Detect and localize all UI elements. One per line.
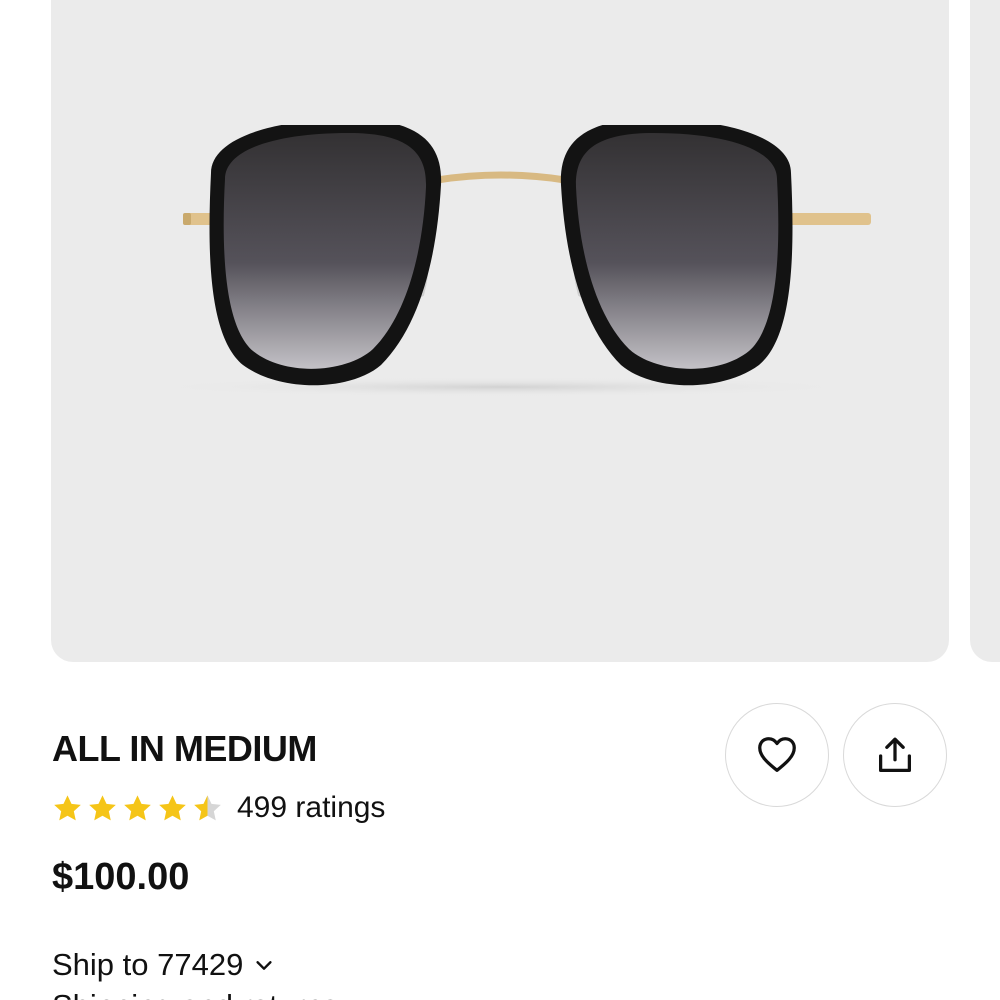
share-icon [878,737,912,772]
product-price: $100.00 [52,856,190,898]
star-shape [159,794,186,820]
star-rating [52,793,223,824]
chevron-down-icon [256,961,272,970]
rating-count[interactable]: 499 ratings [237,791,385,825]
product-image-carousel[interactable] [0,0,1000,662]
product-detail-page: ALL IN MEDIUM 499 ratings $100.00 Ship t… [0,0,1000,1000]
ship-to-label: Ship to 77429 [52,947,244,982]
rating-summary[interactable]: 499 ratings [52,788,385,828]
star-icon [124,794,151,820]
shipping-returns-link[interactable]: Shipping and returns [52,990,502,1000]
star-icon [89,794,116,820]
product-title: ALL IN MEDIUM [52,728,317,769]
heart-icon [758,737,796,772]
share-button[interactable] [843,703,947,807]
sunglasses-product-image [141,125,871,397]
shipping-returns-text: Shipping and returns [52,990,502,1000]
star-shape [124,794,151,820]
carousel-slide-current[interactable] [51,0,949,662]
star-shape [54,794,81,820]
carousel-slide-next[interactable] [970,0,1000,662]
star-shape [89,794,116,820]
star-icon [159,794,186,820]
star-icon [194,794,221,820]
star-icon [54,794,81,820]
star-shape [194,794,221,820]
favorite-button[interactable] [725,703,829,807]
ship-to-selector[interactable]: Ship to 77429 [52,947,275,983]
